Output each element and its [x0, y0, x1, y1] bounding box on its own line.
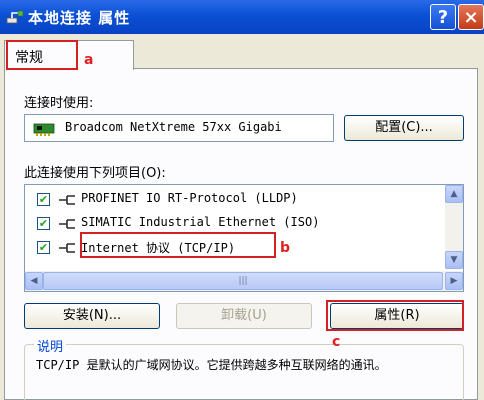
- network-connection-icon: [6, 10, 24, 24]
- item-label: PROFINET IO RT-Protocol (LLDP): [81, 191, 298, 205]
- components-label: 此连接使用下列项目(O):: [24, 166, 166, 181]
- vertical-scrollbar[interactable]: ▲ ▼: [445, 185, 463, 269]
- scroll-thumb[interactable]: |||: [43, 272, 443, 290]
- annotation-label-c: c: [332, 334, 341, 350]
- uninstall-button[interactable]: 卸载(U): [176, 303, 312, 329]
- annotation-box-c: [326, 300, 464, 331]
- description-text: TCP/IP 是默认的广域网协议。它提供跨越多种互联网络的通讯。: [36, 358, 387, 372]
- item-checkbox[interactable]: ✔: [37, 217, 50, 230]
- connect-using-label: 连接时使用:: [24, 96, 94, 111]
- protocol-icon: [59, 219, 75, 229]
- list-item[interactable]: ✔ PROFINET IO RT-Protocol (LLDP): [35, 189, 435, 211]
- horizontal-scrollbar[interactable]: ◀ ||| ▶: [25, 271, 463, 291]
- help-button[interactable]: ?: [430, 4, 456, 30]
- window-title: 本地连接 属性: [28, 9, 131, 27]
- close-button[interactable]: ×: [458, 4, 484, 30]
- item-checkbox[interactable]: ✔: [37, 193, 50, 206]
- description-title: 说明: [34, 336, 67, 355]
- properties-dialog: 本地连接 属性 ? × 常规 a 连接时使用: Broadcom NetXtre…: [0, 0, 484, 400]
- scroll-down-button[interactable]: ▼: [445, 251, 463, 269]
- protocol-icon: [59, 195, 75, 205]
- scroll-up-button[interactable]: ▲: [445, 185, 463, 203]
- configure-button[interactable]: 配置(C)...: [344, 115, 464, 141]
- annotation-box-b: [80, 232, 276, 258]
- network-adapter-icon: [33, 123, 55, 136]
- scroll-left-button[interactable]: ◀: [25, 272, 43, 290]
- item-label: SIMATIC Industrial Ethernet (ISO): [81, 215, 320, 229]
- adapter-name: Broadcom NetXtreme 57xx Gigabi: [65, 120, 282, 134]
- install-button[interactable]: 安装(N)...: [24, 303, 160, 329]
- title-bar[interactable]: 本地连接 属性 ? ×: [0, 0, 484, 34]
- scroll-right-button[interactable]: ▶: [445, 272, 463, 290]
- annotation-box-a: [6, 40, 78, 70]
- annotation-label-b: b: [280, 240, 291, 256]
- protocol-icon: [59, 243, 75, 253]
- item-checkbox[interactable]: ✔: [37, 241, 50, 254]
- adapter-field: Broadcom NetXtreme 57xx Gigabi: [24, 114, 334, 142]
- annotation-label-a: a: [84, 52, 94, 68]
